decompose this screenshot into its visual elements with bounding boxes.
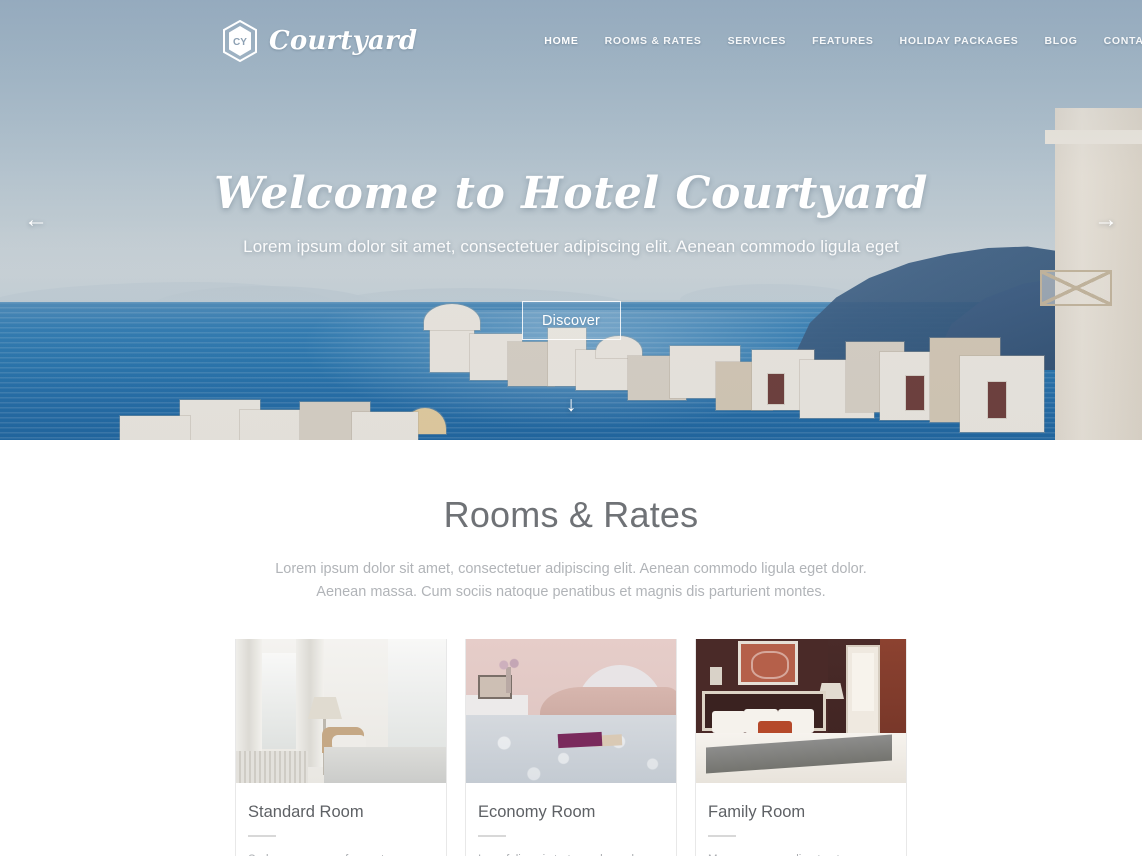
room-card-text: Sed magna purus, fermentum eu, tincidunt… [248, 850, 430, 856]
brand-logo[interactable]: CY Courtyard [222, 20, 417, 62]
room-card-title: Standard Room [248, 802, 364, 821]
nav-item-contact[interactable]: CONTACT [1104, 35, 1142, 47]
room-card[interactable]: Standard Room Sed magna purus, fermentum… [235, 638, 447, 856]
room-card[interactable]: Economy Room In ac felis quis tortor mal… [465, 638, 677, 856]
room-card-text: In ac felis quis tortor malesuada pretiu… [478, 850, 660, 856]
room-image-family [696, 638, 906, 783]
room-card-body: Standard Room Sed magna purus, fermentum… [236, 783, 446, 856]
hero-slider: CY Courtyard HOME ROOMS & RATES SERVICES… [0, 0, 1142, 440]
brand-name: Courtyard [269, 26, 418, 56]
discover-button[interactable]: Discover [521, 301, 621, 340]
scroll-down-arrow-icon[interactable]: ↓ [566, 394, 577, 415]
room-cards-grid: Standard Room Sed magna purus, fermentum… [0, 638, 1142, 856]
section-subtitle: Lorem ipsum dolor sit amet, consectetuer… [0, 558, 1142, 605]
main-navigation: HOME ROOMS & RATES SERVICES FEATURES HOL… [544, 35, 1142, 47]
page-root: CY Courtyard HOME ROOMS & RATES SERVICES… [0, 0, 1142, 856]
nav-item-holiday-packages[interactable]: HOLIDAY PACKAGES [900, 35, 1019, 47]
section-subtitle-line-2: Aenean massa. Cum sociis natoque penatib… [316, 584, 826, 601]
title-divider [478, 834, 506, 837]
nav-item-rooms-rates[interactable]: ROOMS & RATES [605, 35, 702, 47]
room-image-standard [236, 638, 446, 783]
nav-item-services[interactable]: SERVICES [728, 35, 787, 47]
section-title: Rooms & Rates [443, 494, 699, 535]
slider-next-arrow-icon[interactable]: → [1094, 208, 1118, 232]
room-card-body: Economy Room In ac felis quis tortor mal… [466, 783, 676, 856]
hero-subtitle: Lorem ipsum dolor sit amet, consectetuer… [243, 237, 899, 256]
site-header: CY Courtyard HOME ROOMS & RATES SERVICES… [0, 0, 1142, 82]
room-card-title: Family Room [708, 802, 806, 821]
hexagon-logo-icon: CY [223, 20, 257, 62]
nav-item-home[interactable]: HOME [544, 35, 578, 47]
section-subtitle-line-1: Lorem ipsum dolor sit amet, consectetuer… [275, 561, 867, 577]
nav-item-blog[interactable]: BLOG [1044, 35, 1077, 47]
nav-item-features[interactable]: FEATURES [812, 35, 873, 47]
room-card-title: Economy Room [478, 802, 596, 821]
room-card-body: Family Room Maecenas nec odio et ante ti… [696, 783, 906, 856]
logo-initials: CY [233, 37, 247, 48]
title-divider [248, 834, 276, 837]
rooms-and-rates-section: Rooms & Rates Lorem ipsum dolor sit amet… [0, 494, 1142, 856]
room-card[interactable]: Family Room Maecenas nec odio et ante ti… [695, 638, 907, 856]
hero-title: Welcome to Hotel Courtyard [214, 168, 928, 219]
room-image-economy [466, 638, 676, 783]
room-card-text: Maecenas nec odio et ante tincidunt temp… [708, 850, 890, 856]
slider-prev-arrow-icon[interactable]: ← [24, 208, 48, 232]
title-divider [708, 834, 736, 837]
